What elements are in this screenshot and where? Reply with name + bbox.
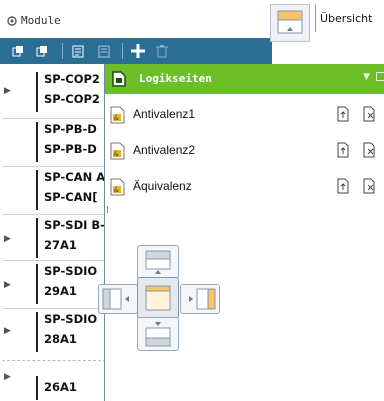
expand-arrow-icon[interactable]: ▶ bbox=[4, 234, 11, 244]
overview-label: Übersicht bbox=[320, 12, 373, 25]
tree-item[interactable]: SP-CAN A SP-CAN[ bbox=[0, 170, 110, 214]
collapse-all-icon[interactable] bbox=[32, 41, 52, 61]
export-page-icon[interactable] bbox=[335, 106, 351, 125]
module-tree: ▶ SP-COP2 SP-COP2 SP-PB-D SP-PB-D SP-CAN… bbox=[0, 64, 110, 401]
panel-menu-icon[interactable]: ▼ bbox=[363, 72, 370, 82]
expand-arrow-icon[interactable]: ▶ bbox=[4, 280, 11, 290]
logic-page-icon: & bbox=[109, 106, 127, 127]
panel-maximize-icon[interactable] bbox=[376, 72, 384, 81]
dock-top-target[interactable] bbox=[137, 245, 179, 279]
tree-item[interactable]: ▶ SP-SDI B- 27A1 bbox=[0, 218, 110, 262]
logik-page-item[interactable]: & Äquivalenz bbox=[105, 170, 384, 204]
list-icon[interactable] bbox=[94, 41, 114, 61]
logik-panel-header[interactable]: Logikseiten ▼ bbox=[105, 64, 384, 94]
tree-item[interactable]: ▶ SP-SDIO 29A1 bbox=[0, 264, 110, 308]
rename-page-icon[interactable] bbox=[361, 106, 377, 125]
overview-tab[interactable]: Übersicht bbox=[315, 4, 384, 32]
rename-page-icon[interactable] bbox=[361, 142, 377, 161]
logik-panel-title: Logikseiten bbox=[139, 72, 212, 85]
text-caret bbox=[107, 206, 108, 213]
export-page-icon[interactable] bbox=[335, 178, 351, 197]
tree-item[interactable]: ▶ SP-COP2 SP-COP2 bbox=[0, 72, 110, 116]
dock-right-target[interactable] bbox=[180, 284, 220, 314]
module-toolbar bbox=[0, 38, 272, 64]
rename-page-icon[interactable] bbox=[361, 178, 377, 197]
logik-page-item[interactable]: & Antivalenz2 bbox=[105, 134, 384, 168]
logik-page-item[interactable]: & Antivalenz1 bbox=[105, 98, 384, 132]
dock-bottom-target[interactable] bbox=[137, 317, 179, 351]
logic-page-icon: & bbox=[109, 178, 127, 199]
module-panel-header: Module bbox=[0, 0, 270, 38]
dock-center-target[interactable] bbox=[137, 277, 179, 319]
properties-icon[interactable] bbox=[68, 41, 88, 61]
add-icon[interactable] bbox=[128, 41, 148, 61]
svg-text:&: & bbox=[114, 187, 119, 194]
dock-left-target[interactable] bbox=[98, 284, 138, 314]
module-icon bbox=[6, 15, 18, 27]
svg-text:&: & bbox=[114, 151, 119, 158]
tree-item[interactable]: ▶ SP-SDIO 28A1 bbox=[0, 312, 110, 356]
tree-item[interactable]: ▶ 26A1 bbox=[0, 364, 110, 400]
logik-page-icon bbox=[112, 71, 126, 90]
module-panel-title: Module bbox=[21, 14, 61, 27]
dock-top-hint[interactable] bbox=[270, 4, 310, 42]
svg-text:&: & bbox=[114, 115, 119, 122]
expand-arrow-icon[interactable]: ▶ bbox=[4, 372, 11, 382]
logic-page-icon: & bbox=[109, 142, 127, 163]
expand-all-icon[interactable] bbox=[8, 41, 28, 61]
tree-item[interactable]: SP-PB-D SP-PB-D bbox=[0, 122, 110, 166]
delete-icon[interactable] bbox=[152, 41, 172, 61]
expand-arrow-icon[interactable]: ▶ bbox=[4, 326, 11, 336]
expand-arrow-icon[interactable]: ▶ bbox=[4, 86, 11, 96]
export-page-icon[interactable] bbox=[335, 142, 351, 161]
